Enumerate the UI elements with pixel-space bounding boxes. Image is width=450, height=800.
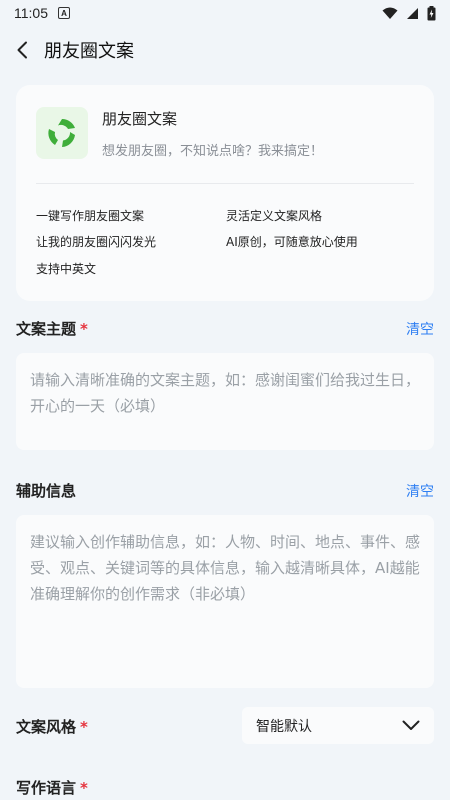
style-label-text: 文案风格 [16,718,77,736]
app-name: 朋友圈文案 [102,110,178,128]
battery-icon [427,5,436,20]
aux-clear-button[interactable]: 清空 [406,481,434,501]
signal-icon [407,7,418,19]
topic-label-text: 文案主题 [16,320,77,338]
feature-item: 让我的朋友圈闪闪发光 [36,235,157,249]
app-info-card: 朋友圈文案 想发朋友圈，不知说点啥？我来搞定！ 一键写作朋友圈文案 灵活定义文案… [16,85,434,301]
feature-item: 一键写作朋友圈文案 [36,209,145,223]
style-select-value: 智能默认 [256,718,312,735]
feature-item: 支持中英文 [36,262,97,276]
chevron-left-icon [17,41,27,59]
language-label: 写作语言 * [16,777,88,798]
status-bar: 11:05 A [0,0,450,26]
required-mark: * [80,320,88,338]
app-description: 想发朋友圈，不知说点啥？我来搞定！ [102,144,324,159]
feature-item: 灵活定义文案风格 [226,209,323,223]
required-mark: * [80,718,88,736]
topic-input[interactable]: 请输入清晰准确的文案主题，如：感谢闺蜜们给我过生日，开心的一天（必填） [16,353,434,450]
feature-item: AI原创，可随意放心使用 [226,235,358,249]
status-time: 11:05 [14,5,48,21]
notification-a-icon: A [58,7,70,19]
wifi-icon [382,7,398,19]
aux-label: 辅助信息 [16,480,76,501]
page-title: 朋友圈文案 [44,41,134,62]
app-logo [36,107,88,159]
style-select[interactable]: 智能默认 [242,707,434,744]
topic-clear-button[interactable]: 清空 [406,319,434,339]
refresh-logo-icon [48,119,75,147]
chevron-down-icon [402,720,420,730]
topic-placeholder: 请输入清晰准确的文案主题，如：感谢闺蜜们给我过生日，开心的一天（必填） [30,371,421,415]
aux-label-text: 辅助信息 [16,482,77,500]
required-mark: * [80,779,88,797]
aux-placeholder: 建议输入创作辅助信息，如：人物、时间、地点、事件、感受、观点、关键词等的具体信息… [30,533,421,603]
topic-label: 文案主题 * [16,318,88,339]
language-label-text: 写作语言 [16,779,77,797]
aux-input[interactable]: 建议输入创作辅助信息，如：人物、时间、地点、事件、感受、观点、关键词等的具体信息… [16,515,434,688]
divider [36,183,414,184]
back-button[interactable] [0,30,44,70]
app-header: 朋友圈文案 [0,30,450,70]
style-label: 文案风格 * [16,716,88,737]
